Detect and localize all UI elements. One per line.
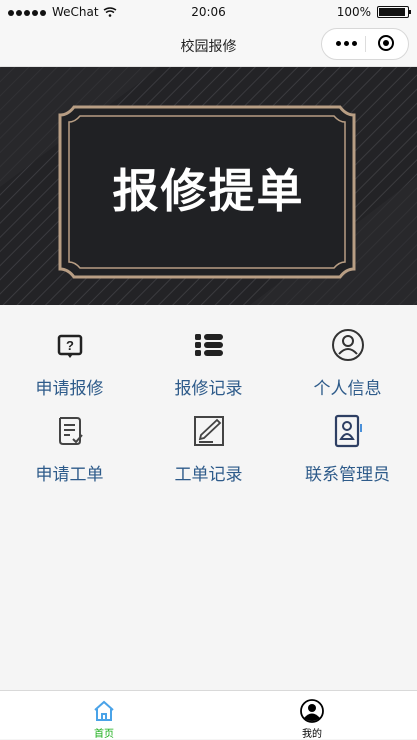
banner-title: 报修提单 [112,164,305,218]
home-icon [94,700,114,721]
grid-item-label: 联系管理员 [305,465,390,485]
tab-home[interactable]: 首页 [0,691,208,740]
battery-icon [377,6,411,18]
status-right: 100% [336,5,411,19]
edit-note-icon [193,416,224,446]
question-doc-icon: ? [57,334,82,358]
user-avatar-icon [300,699,324,723]
nav-bar: 校园报修 [0,24,417,67]
banner: 报修提单 [0,67,417,305]
close-target-icon[interactable] [378,35,394,51]
tab-bar: 首页 我的 [0,690,417,740]
grid-item-personal-info[interactable]: 个人信息 [278,320,417,404]
grid-item-repair-records[interactable]: 报修记录 [139,320,278,404]
contact-book-icon [334,414,362,448]
status-bar: WeChat 20:06 100% [0,0,417,24]
grid-item-label: 报修记录 [174,379,243,399]
checklist-icon [58,417,83,445]
grid-item-label: 个人信息 [313,379,382,399]
svg-text:?: ? [66,338,74,353]
tab-mine[interactable]: 我的 [208,691,416,740]
user-circle-icon [331,329,364,361]
list-icon [194,334,223,356]
mini-program-capsule [321,28,409,60]
more-icon[interactable] [336,41,357,46]
grid-item-apply-repair[interactable]: ? 申请报修 [0,320,139,404]
grid-item-workorder-records[interactable]: 工单记录 [139,406,278,490]
grid-item-label: 申请报修 [35,379,104,399]
grid-item-label: 工单记录 [174,465,243,485]
capsule-divider [365,36,366,52]
battery-text: 100% [336,5,371,19]
grid-item-contact-admin[interactable]: 联系管理员 [278,406,417,490]
grid-item-label: 申请工单 [35,465,104,485]
grid-item-apply-workorder[interactable]: 申请工单 [0,406,139,490]
